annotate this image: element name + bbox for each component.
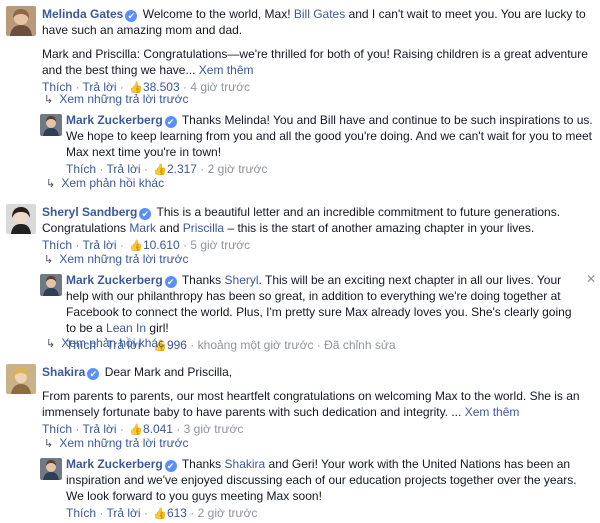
edited-label[interactable]: Đã chỉnh sửa <box>324 338 395 352</box>
comment-body: Mark Zuckerberg ✔ Thanks Sheryl. This wil… <box>66 272 584 336</box>
timestamp[interactable]: 4 giờ trước <box>190 80 250 94</box>
comment-thread: Melinda Gates ✔ Welcome to the world, Max… <box>0 0 600 520</box>
see-more-link[interactable]: Xem thêm <box>199 63 254 77</box>
view-previous-replies-label[interactable]: Xem những trả lời trước <box>59 92 188 106</box>
reply-zuckerberg-3: Mark Zuckerberg ✔ Thanks Shakira and Geri… <box>0 450 600 523</box>
verified-badge-icon: ✔ <box>164 116 177 128</box>
comment-actions: Thích · Trả lời · 👍613 · 2 giờ trước <box>66 504 596 523</box>
reply-arrow-icon: ↳ <box>46 338 56 350</box>
comment-text: Welcome to the world, Max! <box>142 7 294 21</box>
mention-sheryl[interactable]: Sheryl <box>225 273 259 287</box>
avatar[interactable] <box>40 114 62 136</box>
author-name[interactable]: Shakira <box>42 365 85 379</box>
avatar[interactable] <box>40 458 62 480</box>
comment-body: Mark Zuckerberg ✔ Thanks Shakira and Geri… <box>66 456 596 504</box>
avatar[interactable] <box>40 274 62 296</box>
verified-badge-icon: ✔ <box>164 276 177 288</box>
like-count[interactable]: 996 <box>167 338 187 352</box>
comment-text: Mark and Priscilla: Congratulations—we'r… <box>42 47 588 77</box>
view-more-replies[interactable]: ↳ Xem phản hồi khác <box>0 334 164 353</box>
comment-text: Thanks <box>181 273 225 287</box>
comment-shakira: Shakira ✔ Dear Mark and Priscilla, From p… <box>0 358 600 439</box>
comment-text: and <box>156 221 183 235</box>
like-button[interactable]: Thích <box>66 506 96 520</box>
comment-body: Shakira ✔ Dear Mark and Priscilla, From p… <box>42 364 596 420</box>
timestamp[interactable]: khoảng một giờ trước <box>198 338 314 352</box>
thumbs-up-icon: 👍 <box>153 508 167 520</box>
view-more-replies[interactable]: ↳ Xem phản hồi khác <box>0 174 164 193</box>
timestamp[interactable]: 2 giờ trước <box>208 162 268 176</box>
comment-melinda: Melinda Gates ✔ Welcome to the world, Max… <box>0 0 600 97</box>
comment-text: girl! <box>146 321 169 335</box>
avatar[interactable] <box>6 204 36 234</box>
verified-badge-icon: ✔ <box>139 208 152 220</box>
avatar[interactable] <box>6 6 36 36</box>
mention-shakira[interactable]: Shakira <box>225 457 266 471</box>
author-name[interactable]: Sheryl Sandberg <box>42 205 137 219</box>
like-count[interactable]: 613 <box>167 506 187 520</box>
verified-badge-icon: ✔ <box>87 368 100 380</box>
comment-sheryl: Sheryl Sandberg ✔ This is a beautiful let… <box>0 198 600 255</box>
view-previous-replies-label[interactable]: Xem những trả lời trước <box>59 252 188 266</box>
author-name[interactable]: Mark Zuckerberg <box>66 273 163 287</box>
mention-lean-in[interactable]: Lean In <box>106 321 146 335</box>
see-more-link[interactable]: Xem thêm <box>465 405 520 419</box>
comment-text: – this is the start of another amazing c… <box>224 221 535 235</box>
view-previous-replies-label[interactable]: Xem những trả lời trước <box>59 436 188 450</box>
mention-bill-gates[interactable]: Bill Gates <box>294 7 345 21</box>
reply-zuckerberg-1: Mark Zuckerberg ✔ Thanks Melinda! You and… <box>0 106 600 179</box>
reply-button[interactable]: Trả lời <box>106 506 140 520</box>
author-name[interactable]: Melinda Gates <box>42 7 123 21</box>
timestamp[interactable]: 5 giờ trước <box>190 238 250 252</box>
comment-text: Thanks <box>181 457 225 471</box>
verified-badge-icon: ✔ <box>125 10 138 22</box>
author-name[interactable]: Mark Zuckerberg <box>66 457 163 471</box>
comment-body: Melinda Gates ✔ Welcome to the world, Max… <box>42 6 596 78</box>
timestamp[interactable]: 2 giờ trước <box>198 506 258 520</box>
author-name[interactable]: Mark Zuckerberg <box>66 113 163 127</box>
comment-body: Mark Zuckerberg ✔ Thanks Melinda! You and… <box>66 112 596 160</box>
timestamp[interactable]: 3 giờ trước <box>184 422 244 436</box>
comment-text: Dear Mark and Priscilla, <box>104 365 233 379</box>
view-more-replies-label[interactable]: Xem phản hồi khác <box>61 336 164 350</box>
reply-arrow-icon: ↳ <box>46 178 56 190</box>
mention-mark[interactable]: Mark <box>129 221 156 235</box>
avatar[interactable] <box>6 364 36 394</box>
mention-priscilla[interactable]: Priscilla <box>183 221 224 235</box>
close-icon[interactable]: ✕ <box>586 272 596 286</box>
like-count[interactable]: 2.317 <box>167 162 197 176</box>
verified-badge-icon: ✔ <box>164 460 177 472</box>
comment-body: Sheryl Sandberg ✔ This is a beautiful let… <box>42 204 596 236</box>
view-more-replies-label[interactable]: Xem phản hồi khác <box>61 176 164 190</box>
